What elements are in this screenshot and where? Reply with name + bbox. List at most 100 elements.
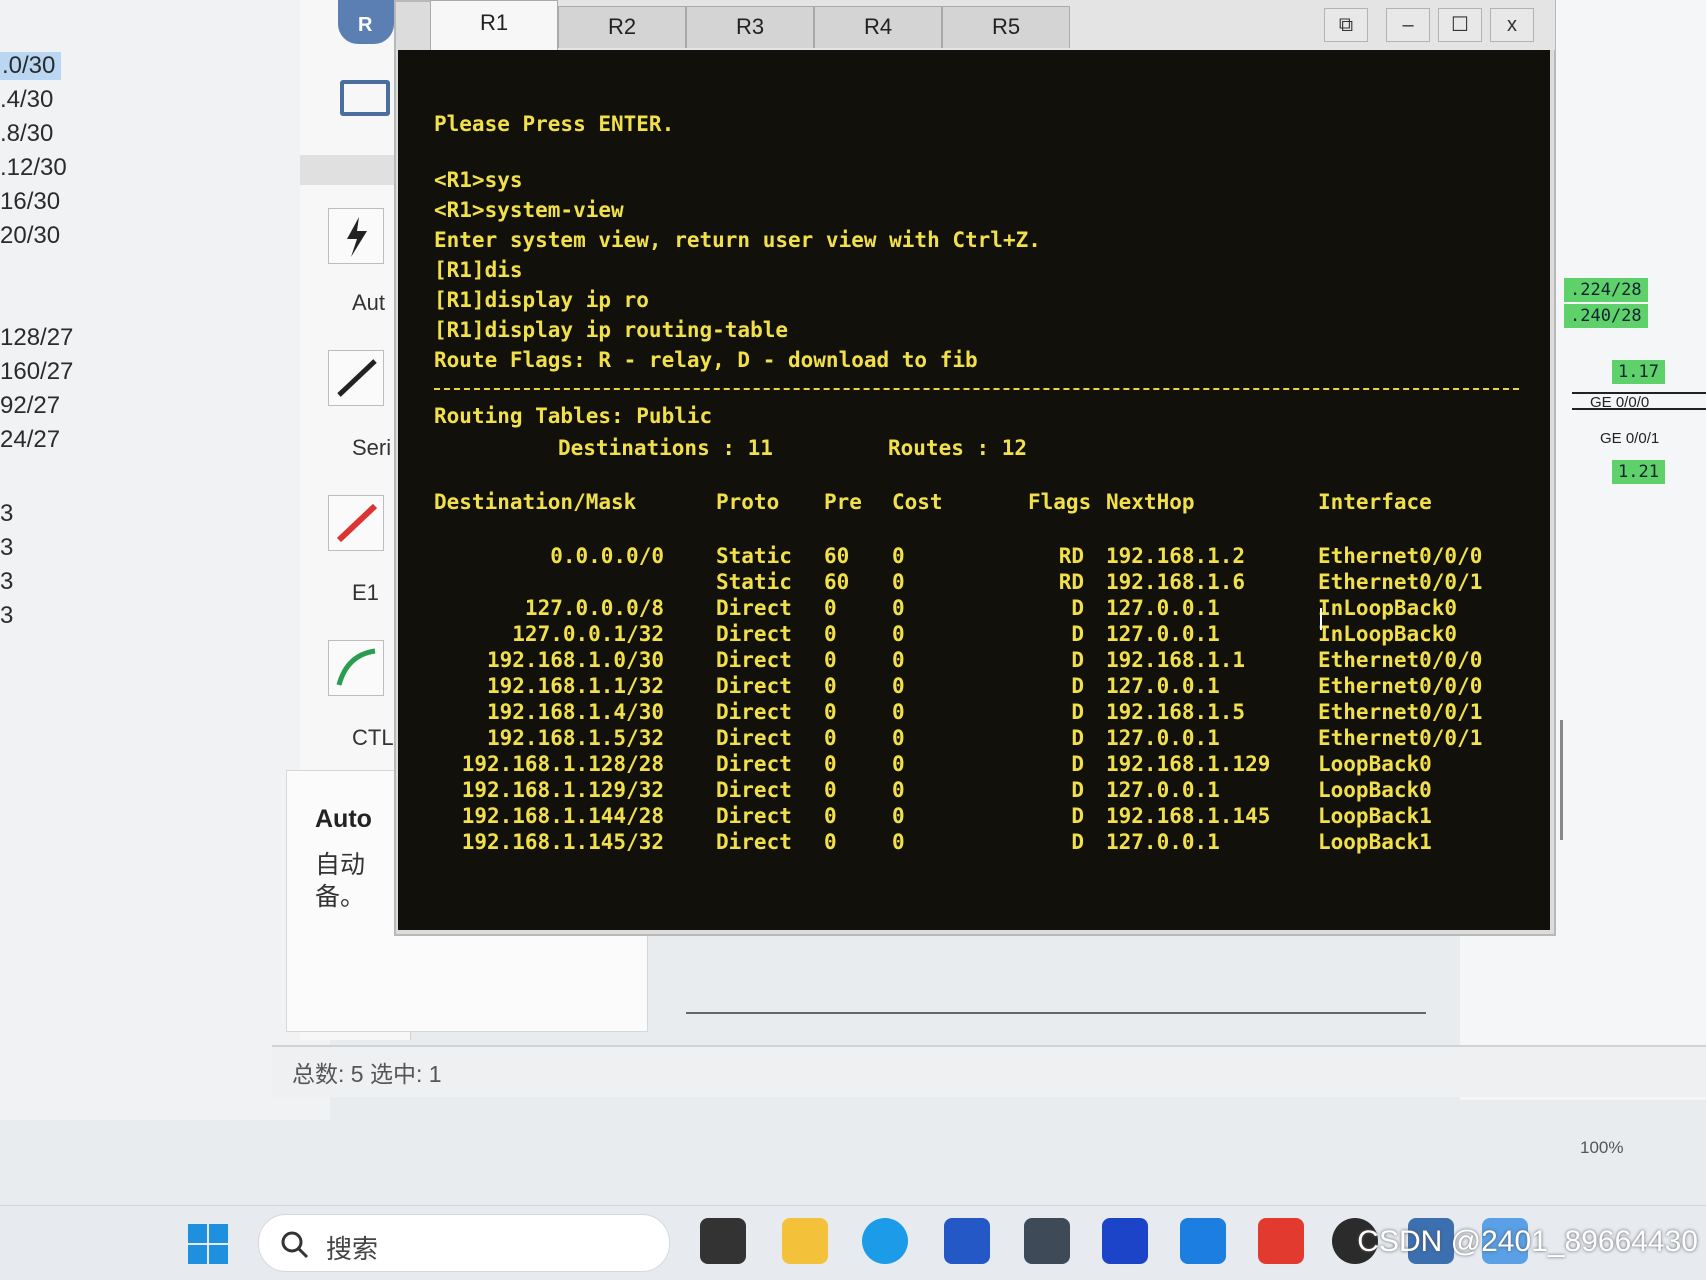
tab-r1[interactable]: R1 [430, 0, 558, 50]
cell-destination: 0.0.0.0/0 [550, 544, 664, 568]
cell-flags: D [1071, 726, 1084, 750]
tab-r5[interactable]: R5 [942, 6, 1070, 48]
cell-interface: LoopBack1 [1318, 830, 1432, 854]
minimize-button[interactable]: – [1386, 8, 1430, 42]
auto-cable-icon[interactable] [328, 208, 384, 264]
cell-interface: InLoopBack0 [1318, 622, 1458, 646]
edge-icon[interactable] [862, 1218, 908, 1264]
cell-flags: D [1071, 700, 1084, 724]
cell-proto: Direct [716, 622, 792, 646]
cell-nexthop: 127.0.0.1 [1106, 726, 1220, 750]
cell-flags: RD [1058, 570, 1084, 594]
cell-nexthop: 192.168.1.5 [1106, 700, 1246, 724]
col-header-nexthop: NextHop [1106, 490, 1195, 514]
ctl-cable-icon[interactable] [328, 640, 384, 696]
tab-r4[interactable]: R4 [814, 6, 942, 48]
cell-nexthop: 192.168.1.2 [1106, 544, 1246, 568]
cell-flags: D [1071, 674, 1084, 698]
ip-label-tag: 1.17 [1612, 360, 1665, 384]
note-item: 128/27 [0, 324, 74, 351]
ensp-icon[interactable] [1024, 1218, 1070, 1264]
cell-interface: Ethernet0/0/0 [1318, 648, 1483, 672]
palette-label: Aut [352, 290, 386, 315]
windows-start-icon[interactable] [186, 1222, 230, 1266]
cell-proto: Direct [716, 804, 792, 828]
note-item: 160/27 [0, 358, 74, 385]
close-button[interactable]: x [1490, 8, 1534, 42]
cell-nexthop: 192.168.1.145 [1106, 804, 1271, 828]
cell-proto: Direct [716, 648, 792, 672]
cell-destination: 192.168.1.5/32 [486, 726, 664, 750]
note-item: 92/27 [0, 392, 61, 419]
note-item: .8/30 [0, 120, 54, 147]
ip-label-tag: .224/28 [1564, 278, 1648, 302]
store-icon[interactable] [944, 1218, 990, 1264]
serial-cable-icon[interactable] [328, 350, 384, 406]
cell-destination: 127.0.0.0/8 [524, 596, 664, 620]
col-header-proto: Proto [716, 490, 780, 514]
terminal-line: <R1>sys [434, 168, 523, 192]
left-notes-panel: .0/30 .4/30 .8/30 .12/30 16/30 20/30 128… [0, 0, 330, 1120]
cell-proto: Direct [716, 778, 792, 802]
terminal-console[interactable]: Please Press ENTER. <R1>sys <R1>system-v… [398, 50, 1550, 930]
terminal-line: [R1]display ip ro [434, 288, 649, 312]
palette-label: Seri [352, 435, 392, 460]
cell-nexthop: 127.0.0.1 [1106, 596, 1220, 620]
file-explorer-icon[interactable] [782, 1218, 828, 1264]
note-item: .12/30 [0, 154, 67, 181]
cell-proto: Direct [716, 830, 792, 854]
terminal-line: <R1>system-view [434, 198, 624, 222]
tab-r3[interactable]: R3 [686, 6, 814, 48]
canvas-divider [686, 1012, 1426, 1014]
note-item: 20/30 [0, 222, 61, 249]
maximize-button[interactable]: ☐ [1438, 8, 1482, 42]
separator-line [434, 388, 1519, 390]
tab-r2[interactable]: R2 [558, 6, 686, 48]
cell-proto: Direct [716, 700, 792, 724]
cell-proto: Direct [716, 726, 792, 750]
routes-count: Routes : 12 [888, 436, 1028, 460]
cell-flags: D [1071, 830, 1084, 854]
table-title: Routing Tables: Public [434, 404, 713, 428]
app-icon-arrow[interactable] [1180, 1218, 1226, 1264]
note-item: .4/30 [0, 86, 54, 113]
cell-nexthop: 192.168.1.1 [1106, 648, 1246, 672]
terminal-line: Route Flags: R - relay, D - download to … [434, 348, 978, 372]
router-icon[interactable]: R [338, 0, 394, 44]
cell-nexthop: 192.168.1.6 [1106, 570, 1246, 594]
note-item: 3 [0, 534, 14, 561]
note-item: 3 [0, 568, 14, 595]
cell-proto: Static [716, 570, 792, 594]
terminal-scrollbar[interactable] [1560, 720, 1563, 840]
cell-destination: 192.168.1.4/30 [486, 700, 664, 724]
taskbar-search-box[interactable] [258, 1214, 670, 1272]
col-header-destination: Destination/Mask [434, 490, 637, 514]
palette-label: CTL [352, 725, 394, 750]
cell-interface: Ethernet0/0/0 [1318, 674, 1483, 698]
cell-interface: Ethernet0/0/1 [1318, 700, 1483, 724]
cell-proto: Direct [716, 596, 792, 620]
port-label: GE 0/0/0 [1590, 394, 1650, 411]
cell-flags: D [1071, 596, 1084, 620]
status-text: 总数: 5 选中: 1 [292, 1061, 442, 1087]
note-item: 3 [0, 602, 14, 629]
task-view-icon[interactable] [700, 1218, 746, 1264]
cell-nexthop: 127.0.0.1 [1106, 622, 1220, 646]
cell-interface: Ethernet0/0/1 [1318, 726, 1483, 750]
search-placeholder: 搜索 [326, 1234, 379, 1264]
restore-button[interactable]: ⧉ [1324, 8, 1368, 42]
cell-destination: 192.168.1.1/32 [486, 674, 664, 698]
cell-proto: Direct [716, 674, 792, 698]
cell-interface: Ethernet0/0/0 [1318, 544, 1483, 568]
terminal-line: [R1]dis [434, 258, 523, 282]
app-icon-blue[interactable] [1102, 1218, 1148, 1264]
e1-cable-icon[interactable] [328, 495, 384, 551]
pc-icon[interactable] [340, 80, 390, 116]
cell-destination: 192.168.1.144/28 [461, 804, 664, 828]
cell-interface: InLoopBack0 [1318, 596, 1458, 620]
wps-icon[interactable] [1258, 1218, 1304, 1264]
cell-flags: D [1071, 648, 1084, 672]
cell-flags: D [1071, 622, 1084, 646]
note-item: 3 [0, 500, 14, 527]
cell-nexthop: 127.0.0.1 [1106, 674, 1220, 698]
